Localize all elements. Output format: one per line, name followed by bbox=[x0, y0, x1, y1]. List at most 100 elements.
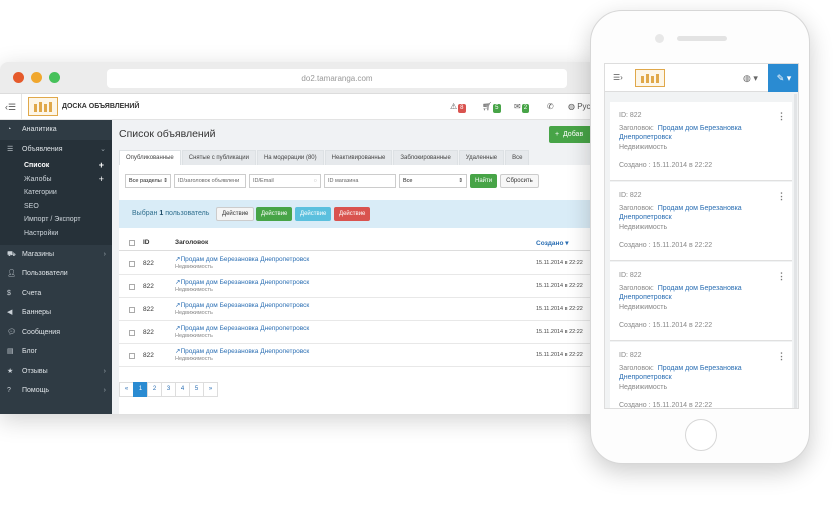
sidebar-subitem-label: SEO bbox=[24, 202, 39, 210]
site-title: ДОСКА ОБЪЯВЛЕНИЙ bbox=[62, 103, 140, 110]
phone-icon[interactable]: ✆ bbox=[547, 100, 554, 114]
card-title-link-cont[interactable]: Днепропетровск bbox=[619, 294, 672, 301]
more-vertical-icon[interactable]: ⋮ bbox=[777, 191, 786, 202]
sidebar-subitem-label: Настройки bbox=[24, 229, 59, 237]
row-title-link[interactable]: ↗Продам дом Березановка Днепропетровск bbox=[175, 324, 309, 332]
row-checkbox[interactable] bbox=[129, 307, 135, 313]
minimize-window-button[interactable] bbox=[31, 72, 42, 83]
row-title-link[interactable]: ↗Продам дом Березановка Днепропетровск bbox=[175, 301, 309, 309]
row-title-link[interactable]: ↗Продам дом Березановка Днепропетровск bbox=[175, 278, 309, 286]
find-button[interactable]: Найти bbox=[470, 173, 498, 188]
card-title-link[interactable]: Продам дом Березановка bbox=[658, 285, 742, 292]
page-next[interactable]: » bbox=[203, 382, 218, 397]
mobile-listing-card: ⋮ ID: 822 Заголовок: Продам дом Березано… bbox=[610, 262, 792, 341]
dollar-icon: $ bbox=[7, 289, 11, 297]
sidebar-item-help[interactable]: ? Помощь › bbox=[0, 381, 112, 401]
cart-button[interactable]: 🛒︎ 5 bbox=[482, 100, 501, 114]
mobile-site-logo[interactable] bbox=[635, 69, 665, 87]
mail-button[interactable]: ✉ 2 bbox=[514, 100, 530, 114]
more-vertical-icon[interactable]: ⋮ bbox=[777, 351, 786, 362]
cart-icon: ⛟ bbox=[7, 250, 16, 258]
more-vertical-icon[interactable]: ⋮ bbox=[777, 111, 786, 122]
select-all-checkbox[interactable] bbox=[129, 240, 135, 246]
sidebar-subitem-categories[interactable]: Категории bbox=[0, 186, 112, 200]
tab-moderation[interactable]: На модерации (80) bbox=[256, 150, 324, 165]
action-button-success[interactable]: Действие bbox=[256, 207, 293, 221]
sidebar-item-label: Сообщения bbox=[22, 328, 60, 336]
globe-icon: ◍ bbox=[568, 102, 575, 111]
scrollbar[interactable] bbox=[794, 94, 797, 408]
plus-icon[interactable]: + bbox=[99, 159, 104, 173]
plus-icon[interactable]: + bbox=[99, 173, 104, 187]
sidebar-item-users[interactable]: 👤︎ Пользователи bbox=[0, 264, 112, 284]
sidebar-subitem-complaints[interactable]: Жалобы + bbox=[0, 172, 112, 187]
email-search-input[interactable]: ID/Email ◌ bbox=[249, 173, 321, 188]
sidebar-item-blog[interactable]: ▤ Блог bbox=[0, 342, 112, 362]
sidebar-item-listings[interactable]: ☰ Объявления ⌄ bbox=[0, 139, 112, 159]
action-button-danger[interactable]: Действие bbox=[334, 207, 371, 221]
card-created: Создано : 15.11.2014 в 22:22 bbox=[619, 402, 713, 409]
col-id-header[interactable]: ID bbox=[143, 239, 150, 246]
reset-button[interactable]: Сбросить bbox=[500, 173, 539, 188]
page-prev[interactable]: « bbox=[119, 382, 134, 397]
sidebar-subitem-label: Список bbox=[24, 162, 50, 169]
tab-blocked[interactable]: Заблокированные bbox=[393, 150, 458, 165]
sidebar-item-messages[interactable]: 💬︎ Сообщения bbox=[0, 323, 112, 343]
sections-select[interactable]: Все разделы ⇕ bbox=[125, 173, 171, 188]
page-2[interactable]: 2 bbox=[147, 382, 162, 397]
tab-published[interactable]: Опубликованные bbox=[119, 150, 181, 165]
address-bar[interactable]: do2.tamaranga.com bbox=[107, 69, 567, 88]
card-title-link[interactable]: Продам дом Березановка bbox=[658, 205, 742, 212]
home-button[interactable] bbox=[685, 419, 717, 451]
card-title-link-cont[interactable]: Днепропетровск bbox=[619, 134, 672, 141]
sidebar-subitem-seo[interactable]: SEO bbox=[0, 199, 112, 213]
row-title-link[interactable]: ↗Продам дом Березановка Днепропетровск bbox=[175, 255, 309, 263]
sidebar-item-reviews[interactable]: ★ Отзывы › bbox=[0, 362, 112, 382]
page-3[interactable]: 3 bbox=[161, 382, 176, 397]
row-id: 822 bbox=[143, 329, 154, 336]
page-4[interactable]: 4 bbox=[175, 382, 190, 397]
row-id: 822 bbox=[143, 260, 154, 267]
tab-all[interactable]: Все bbox=[505, 150, 530, 165]
more-vertical-icon[interactable]: ⋮ bbox=[777, 271, 786, 282]
alerts-button[interactable]: ⚠ 8 bbox=[450, 100, 466, 114]
row-title-text: Продам дом Березановка Днепропетровск bbox=[180, 348, 310, 355]
card-title-link-cont[interactable]: Днепропетровск bbox=[619, 214, 672, 221]
tab-unpublished[interactable]: Снятые с публикации bbox=[181, 150, 256, 165]
action-button-default[interactable]: Действие bbox=[216, 207, 255, 221]
sidebar-toggle-icon[interactable]: ‹☰ bbox=[0, 94, 22, 120]
maximize-window-button[interactable] bbox=[49, 72, 60, 83]
row-checkbox[interactable] bbox=[129, 284, 135, 290]
page-1[interactable]: 1 bbox=[133, 382, 148, 397]
card-title-link[interactable]: Продам дом Березановка bbox=[658, 365, 742, 372]
chevron-down-icon: ⌄ bbox=[100, 145, 106, 153]
row-category: Недвижимость bbox=[175, 287, 213, 293]
card-title-link[interactable]: Продам дом Березановка bbox=[658, 125, 742, 132]
row-title-link[interactable]: ↗Продам дом Березановка Днепропетровск bbox=[175, 347, 309, 355]
menu-icon[interactable]: ☰› bbox=[613, 64, 623, 92]
sidebar-subitem-list[interactable]: Список + bbox=[0, 159, 112, 173]
globe-icon[interactable]: ◍ ▾ bbox=[743, 64, 758, 92]
sidebar-item-banners[interactable]: ◀ Баннеры bbox=[0, 303, 112, 323]
sidebar-subitem-settings[interactable]: Настройки bbox=[0, 226, 112, 245]
col-created-header[interactable]: Создано ▾ bbox=[536, 239, 569, 247]
shop-search-input[interactable]: ID магазина bbox=[324, 173, 396, 188]
status-select[interactable]: Все ⇕ bbox=[399, 173, 467, 188]
page-5[interactable]: 5 bbox=[189, 382, 204, 397]
sidebar-item-shops[interactable]: ⛟ Магазины › bbox=[0, 245, 112, 265]
tab-inactive[interactable]: Неактивированные bbox=[324, 150, 393, 165]
card-title-prefix: Заголовок: bbox=[619, 285, 654, 292]
tab-deleted[interactable]: Удаленные bbox=[458, 150, 505, 165]
sidebar-item-analytics[interactable]: ◔ Аналитика bbox=[0, 120, 112, 140]
sidebar-item-bills[interactable]: $ Счета bbox=[0, 284, 112, 304]
wrench-icon[interactable]: ✎ ▾ bbox=[768, 64, 798, 92]
action-button-info[interactable]: Действие bbox=[295, 207, 332, 221]
site-logo[interactable] bbox=[28, 97, 58, 116]
row-checkbox[interactable] bbox=[129, 330, 135, 336]
row-checkbox[interactable] bbox=[129, 353, 135, 359]
sidebar-subitem-import-export[interactable]: Импорт / Экспорт bbox=[0, 213, 112, 227]
close-window-button[interactable] bbox=[13, 72, 24, 83]
card-title-link-cont[interactable]: Днепропетровск bbox=[619, 374, 672, 381]
title-search-input[interactable]: ID/заголовок объявлени bbox=[174, 173, 246, 188]
row-checkbox[interactable] bbox=[129, 261, 135, 267]
